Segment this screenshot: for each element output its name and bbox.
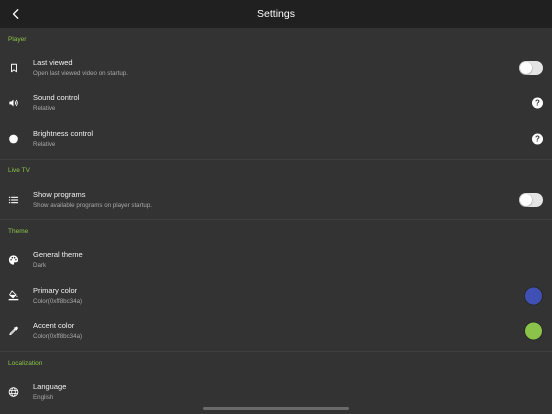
section-header-localization: Localization bbox=[8, 359, 43, 367]
section-header-theme: Theme bbox=[8, 227, 29, 235]
brightness-icon bbox=[7, 132, 20, 145]
format-color-fill-icon bbox=[7, 289, 20, 302]
bookmark-icon bbox=[7, 61, 20, 74]
setting-show-programs[interactable]: Show programs Show available programs on… bbox=[0, 182, 552, 218]
setting-title: Accent color bbox=[33, 321, 75, 331]
accent-color-swatch[interactable] bbox=[524, 321, 543, 341]
app-bar: Settings bbox=[0, 0, 552, 28]
list-icon bbox=[7, 193, 20, 206]
setting-primary-color[interactable]: Primary color Color(0xff8bc34a) bbox=[0, 278, 552, 314]
setting-brightness-control[interactable]: Brightness control Relative ? bbox=[0, 121, 552, 157]
setting-accent-color[interactable]: Accent color Color(0xff8bc34a) bbox=[0, 314, 552, 350]
setting-general-theme[interactable]: General theme Dark bbox=[0, 242, 552, 278]
setting-sound-control[interactable]: Sound control Relative ? bbox=[0, 86, 552, 122]
last-viewed-toggle[interactable] bbox=[519, 60, 543, 75]
setting-subtitle: Relative bbox=[33, 140, 56, 148]
chevron-left-icon bbox=[12, 9, 19, 19]
setting-title: Language bbox=[33, 381, 67, 391]
setting-title: Brightness control bbox=[33, 128, 94, 138]
toggle-knob bbox=[520, 61, 532, 74]
section-header-live-tv: Live TV bbox=[8, 167, 30, 175]
setting-subtitle: Open last viewed video on startup. bbox=[33, 69, 128, 77]
palette-icon bbox=[7, 254, 20, 267]
globe-icon bbox=[7, 385, 20, 398]
help-icon[interactable]: ? bbox=[532, 133, 543, 145]
settings-list: Player Last viewed Open last viewed vide… bbox=[0, 28, 552, 414]
page-title: Settings bbox=[257, 8, 295, 20]
setting-title: Sound control bbox=[33, 93, 80, 103]
setting-subtitle: English bbox=[33, 393, 54, 401]
setting-title: Last viewed bbox=[33, 57, 73, 67]
volume-icon bbox=[7, 97, 20, 110]
setting-subtitle: Relative bbox=[33, 105, 56, 113]
home-indicator[interactable] bbox=[203, 407, 349, 410]
colorize-icon bbox=[7, 325, 20, 338]
section-header-player: Player bbox=[8, 35, 27, 43]
setting-title: Show programs bbox=[33, 189, 86, 199]
show-programs-toggle[interactable] bbox=[519, 192, 543, 207]
setting-title: General theme bbox=[33, 250, 83, 260]
setting-last-viewed[interactable]: Last viewed Open last viewed video on st… bbox=[0, 50, 552, 86]
setting-language[interactable]: Language English bbox=[0, 374, 552, 410]
toggle-knob bbox=[520, 193, 532, 206]
setting-subtitle: Color(0xff8bc34a) bbox=[33, 297, 83, 305]
help-icon[interactable]: ? bbox=[532, 97, 543, 109]
setting-subtitle: Color(0xff8bc34a) bbox=[33, 333, 83, 341]
setting-title: Primary color bbox=[33, 285, 78, 295]
back-button[interactable] bbox=[6, 4, 26, 24]
primary-color-swatch[interactable] bbox=[524, 286, 543, 306]
setting-subtitle: Show available programs on player startu… bbox=[33, 201, 153, 209]
setting-subtitle: Dark bbox=[33, 262, 47, 270]
